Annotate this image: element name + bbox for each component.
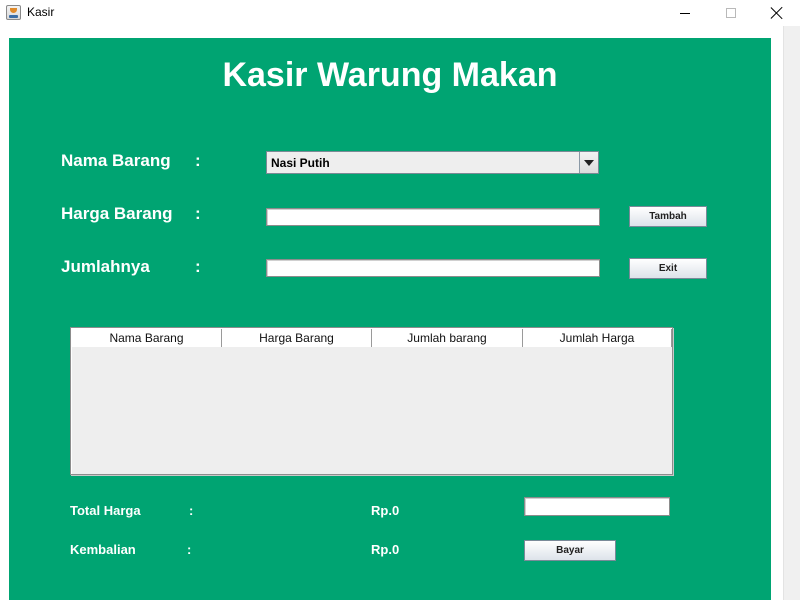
nama-barang-colon: :: [195, 151, 201, 170]
chevron-down-icon: [584, 159, 594, 166]
jumlahnya-label: Jumlahnya: [61, 257, 150, 276]
page-title: Kasir Warung Makan: [222, 56, 558, 94]
kasir-window: Kasir Kasir Warung Makan Nama Barang : N…: [0, 0, 800, 600]
column-header-jumlah-harga[interactable]: Jumlah Harga: [523, 329, 672, 347]
kembalian-colon: :: [187, 542, 192, 557]
close-icon: [771, 7, 783, 19]
nama-barang-selected: Nasi Putih: [271, 156, 330, 170]
items-table[interactable]: Nama Barang Harga Barang Jumlah barang J…: [70, 327, 673, 475]
harga-barang-field[interactable]: [266, 208, 600, 226]
harga-barang-label: Harga Barang: [61, 204, 173, 223]
total-harga-value: Rp.0: [371, 503, 400, 518]
minimize-icon: [680, 12, 690, 14]
total-harga-colon: :: [189, 503, 194, 518]
window-title: Kasir: [27, 5, 55, 19]
maximize-button[interactable]: [708, 0, 754, 26]
harga-barang-colon: :: [195, 204, 201, 223]
close-button[interactable]: [754, 0, 800, 26]
bayar-button[interactable]: Bayar: [524, 540, 616, 561]
tambah-button[interactable]: Tambah: [629, 206, 707, 227]
dropdown-button[interactable]: [579, 152, 598, 173]
minimize-button[interactable]: [662, 0, 708, 26]
kembalian-label: Kembalian: [70, 542, 136, 557]
nama-barang-label: Nama Barang: [61, 151, 171, 170]
column-header-nama-barang[interactable]: Nama Barang: [72, 329, 222, 347]
window-edge: [783, 26, 800, 600]
jumlahnya-colon: :: [195, 257, 201, 276]
java-cup-icon: [6, 5, 21, 20]
kembalian-value: Rp.0: [371, 542, 400, 557]
total-harga-label: Total Harga: [70, 503, 141, 518]
main-panel: Kasir Warung Makan Nama Barang : Nasi Pu…: [9, 38, 771, 600]
table-body[interactable]: [72, 348, 672, 474]
bayar-input[interactable]: [524, 497, 670, 516]
table-header: Nama Barang Harga Barang Jumlah barang J…: [72, 329, 672, 347]
jumlahnya-field[interactable]: [266, 259, 600, 277]
exit-button[interactable]: Exit: [629, 258, 707, 279]
title-bar: Kasir: [0, 0, 800, 26]
maximize-icon: [726, 8, 736, 18]
column-header-harga-barang[interactable]: Harga Barang: [222, 329, 372, 347]
nama-barang-select[interactable]: Nasi Putih: [266, 151, 599, 174]
column-header-jumlah-barang[interactable]: Jumlah barang: [372, 329, 523, 347]
